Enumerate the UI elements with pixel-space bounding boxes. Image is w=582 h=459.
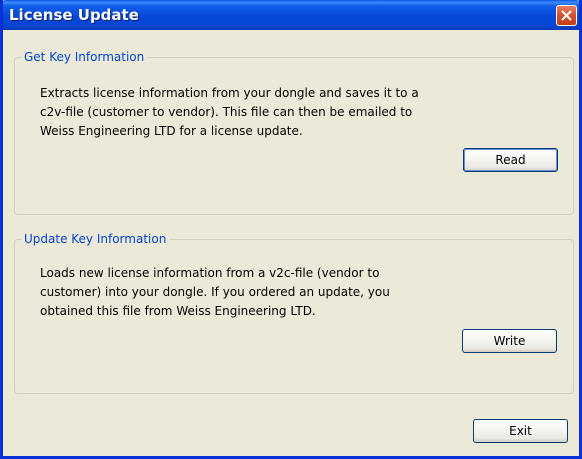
update-key-description-line-2: customer) into your dongle. If you order… [40,285,390,299]
window-title: License Update [9,6,139,24]
read-button[interactable]: Read [463,148,558,172]
license-update-window: License Update Get Key Information Extra… [0,0,582,459]
update-key-description: Loads new license information from a v2c… [40,264,510,321]
close-button[interactable] [556,5,577,26]
update-key-information-legend: Update Key Information [22,231,170,247]
get-key-description-line-2: c2v-file (customer to vendor). This file… [40,105,413,119]
write-button[interactable]: Write [462,329,557,353]
title-bar[interactable]: License Update [3,0,579,30]
update-key-description-line-3: obtained this file from Weiss Engineerin… [40,304,316,318]
get-key-information-legend: Get Key Information [22,49,148,65]
get-key-description: Extracts license information from your d… [40,84,510,141]
get-key-description-line-1: Extracts license information from your d… [40,86,419,100]
close-icon [561,10,572,21]
update-key-information-group: Update Key Information Loads new license… [14,231,574,394]
get-key-information-group: Get Key Information Extracts license inf… [14,49,574,215]
exit-button[interactable]: Exit [473,419,568,443]
get-key-description-line-3: Weiss Engineering LTD for a license upda… [40,124,303,138]
update-key-description-line-1: Loads new license information from a v2c… [40,266,380,280]
